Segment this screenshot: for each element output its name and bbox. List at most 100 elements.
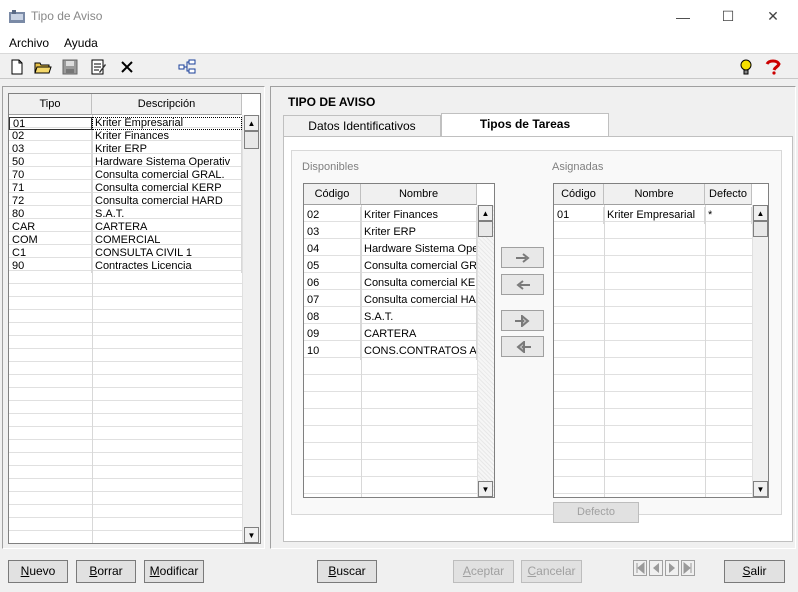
scroll-down-icon[interactable]: ▼: [753, 481, 768, 497]
delete-x-icon[interactable]: [118, 58, 136, 76]
assign-one-button[interactable]: [501, 247, 544, 268]
cell-tipo: 90: [9, 260, 92, 273]
cell-nombre: Consulta comercial HAF: [361, 292, 477, 309]
menu-ayuda[interactable]: Ayuda: [64, 36, 98, 50]
unassign-all-button[interactable]: [501, 336, 544, 357]
asignadas-scrollbar[interactable]: ▲ ▼: [752, 205, 768, 497]
cell-tipo: 50: [9, 156, 92, 169]
header-nombre[interactable]: Nombre: [604, 184, 705, 205]
toolbar: [0, 53, 798, 79]
open-folder-icon[interactable]: [34, 58, 52, 76]
cell-nombre: CONS.CONTRATOS AL: [361, 343, 477, 360]
header-tipo[interactable]: Tipo: [9, 94, 92, 115]
asignadas-grid: Código Nombre Defecto 01 Kriter Empresari…: [553, 183, 769, 498]
table-row[interactable]: COM COMERCIAL: [9, 234, 242, 247]
scroll-up-icon[interactable]: ▲: [753, 205, 768, 221]
table-row[interactable]: 02 Kriter Finances: [9, 130, 242, 143]
table-row[interactable]: 02 Kriter Finances: [304, 207, 477, 224]
modificar-button[interactable]: Modificar: [144, 560, 204, 583]
table-row[interactable]: 50 Hardware Sistema Operativ: [9, 156, 242, 169]
next-record-icon[interactable]: [665, 560, 679, 576]
header-descripcion[interactable]: Descripción: [92, 94, 242, 115]
tipos-scrollbar[interactable]: ▲ ▼: [242, 115, 260, 543]
minimize-button[interactable]: —: [660, 0, 706, 33]
close-button[interactable]: ✕: [750, 0, 796, 33]
scroll-thumb[interactable]: [478, 221, 493, 237]
double-arrow-left-icon: [515, 340, 531, 353]
disponibles-scrollbar[interactable]: ▲ ▼: [477, 205, 494, 497]
table-row[interactable]: 01 Kriter Empresarial: [9, 117, 242, 130]
cell-nombre: Hardware Sistema Oper: [361, 241, 477, 258]
menu-archivo[interactable]: Archivo: [9, 36, 49, 50]
lightbulb-icon[interactable]: [737, 58, 755, 76]
table-row[interactable]: 06 Consulta comercial KER: [304, 275, 477, 292]
table-row[interactable]: 03 Kriter ERP: [9, 143, 242, 156]
cell-tipo: 01: [9, 117, 92, 130]
table-row[interactable]: 72 Consulta comercial HARD: [9, 195, 242, 208]
cell-nombre: Consulta comercial GRA: [361, 258, 477, 275]
table-row[interactable]: 03 Kriter ERP: [304, 224, 477, 241]
table-row[interactable]: 04 Hardware Sistema Oper: [304, 241, 477, 258]
table-row[interactable]: 71 Consulta comercial KERP: [9, 182, 242, 195]
borrar-button[interactable]: Borrar: [76, 560, 136, 583]
disponibles-grid: Código Nombre 02 Kriter Finances 03 Kriter …: [303, 183, 495, 498]
table-row[interactable]: 09 CARTERA: [304, 326, 477, 343]
asignadas-rows: 01 Kriter Empresarial *: [554, 207, 752, 224]
borrar-label: orrar: [97, 564, 123, 578]
tab-tipos-de-tareas[interactable]: Tipos de Tareas: [441, 113, 609, 137]
cell-tipo: 70: [9, 169, 92, 182]
cell-codigo: 02: [304, 207, 361, 224]
cancelar-button[interactable]: Cancelar: [521, 560, 582, 583]
scroll-down-icon[interactable]: ▼: [478, 481, 493, 497]
aceptar-button[interactable]: Aceptar: [453, 560, 514, 583]
tab-content: Disponibles Asignadas Código Nombre 02 Kr…: [283, 136, 793, 542]
buscar-button[interactable]: Buscar: [317, 560, 377, 583]
record-navigator: [633, 560, 697, 578]
header-codigo[interactable]: Código: [554, 184, 604, 205]
cell-codigo: 03: [304, 224, 361, 241]
tree-structure-icon[interactable]: [178, 58, 196, 76]
cell-descripcion: Kriter Empresarial: [92, 117, 242, 130]
scroll-up-icon[interactable]: ▲: [244, 115, 259, 131]
scroll-up-icon[interactable]: ▲: [478, 205, 493, 221]
defecto-button[interactable]: Defecto: [553, 502, 639, 523]
edit-document-icon[interactable]: [89, 58, 107, 76]
cell-nombre: S.A.T.: [361, 309, 477, 326]
window-title: Tipo de Aviso: [31, 9, 103, 23]
prev-record-icon[interactable]: [649, 560, 663, 576]
table-row[interactable]: C1 CONSULTA CIVIL 1: [9, 247, 242, 260]
cell-descripcion: COMERCIAL: [92, 234, 242, 247]
header-nombre[interactable]: Nombre: [361, 184, 477, 205]
cell-descripcion: Consulta comercial KERP: [92, 182, 242, 195]
cell-codigo: 06: [304, 275, 361, 292]
assign-all-button[interactable]: [501, 310, 544, 331]
disponibles-rows: 02 Kriter Finances 03 Kriter ERP 04 Hardware …: [304, 207, 477, 360]
help-icon[interactable]: [764, 58, 782, 76]
scroll-thumb[interactable]: [753, 221, 768, 237]
cell-descripcion: CARTERA: [92, 221, 242, 234]
header-codigo[interactable]: Código: [304, 184, 361, 205]
table-row[interactable]: 70 Consulta comercial GRAL.: [9, 169, 242, 182]
scroll-down-icon[interactable]: ▼: [244, 527, 259, 543]
table-row[interactable]: 05 Consulta comercial GRA: [304, 258, 477, 275]
table-row[interactable]: 07 Consulta comercial HAF: [304, 292, 477, 309]
first-record-icon[interactable]: [633, 560, 647, 576]
scroll-thumb[interactable]: [244, 131, 259, 149]
last-record-icon[interactable]: [681, 560, 695, 576]
header-defecto[interactable]: Defecto: [705, 184, 752, 205]
new-file-icon[interactable]: [8, 58, 26, 76]
table-row[interactable]: 08 S.A.T.: [304, 309, 477, 326]
table-row[interactable]: 80 S.A.T.: [9, 208, 242, 221]
save-icon[interactable]: [61, 58, 79, 76]
table-row[interactable]: 01 Kriter Empresarial *: [554, 207, 752, 224]
tab-datos-identificativos[interactable]: Datos Identificativos: [283, 115, 441, 137]
nuevo-button[interactable]: Nuevo: [8, 560, 68, 583]
table-row[interactable]: 10 CONS.CONTRATOS AL: [304, 343, 477, 360]
maximize-button[interactable]: ☐: [705, 0, 751, 33]
table-row[interactable]: CAR CARTERA: [9, 221, 242, 234]
salir-button[interactable]: Salir: [724, 560, 785, 583]
table-row[interactable]: 90 Contractes Licencia: [9, 260, 242, 273]
unassign-one-button[interactable]: [501, 274, 544, 295]
cell-descripcion: Contractes Licencia: [92, 260, 242, 273]
cell-tipo: 03: [9, 143, 92, 156]
